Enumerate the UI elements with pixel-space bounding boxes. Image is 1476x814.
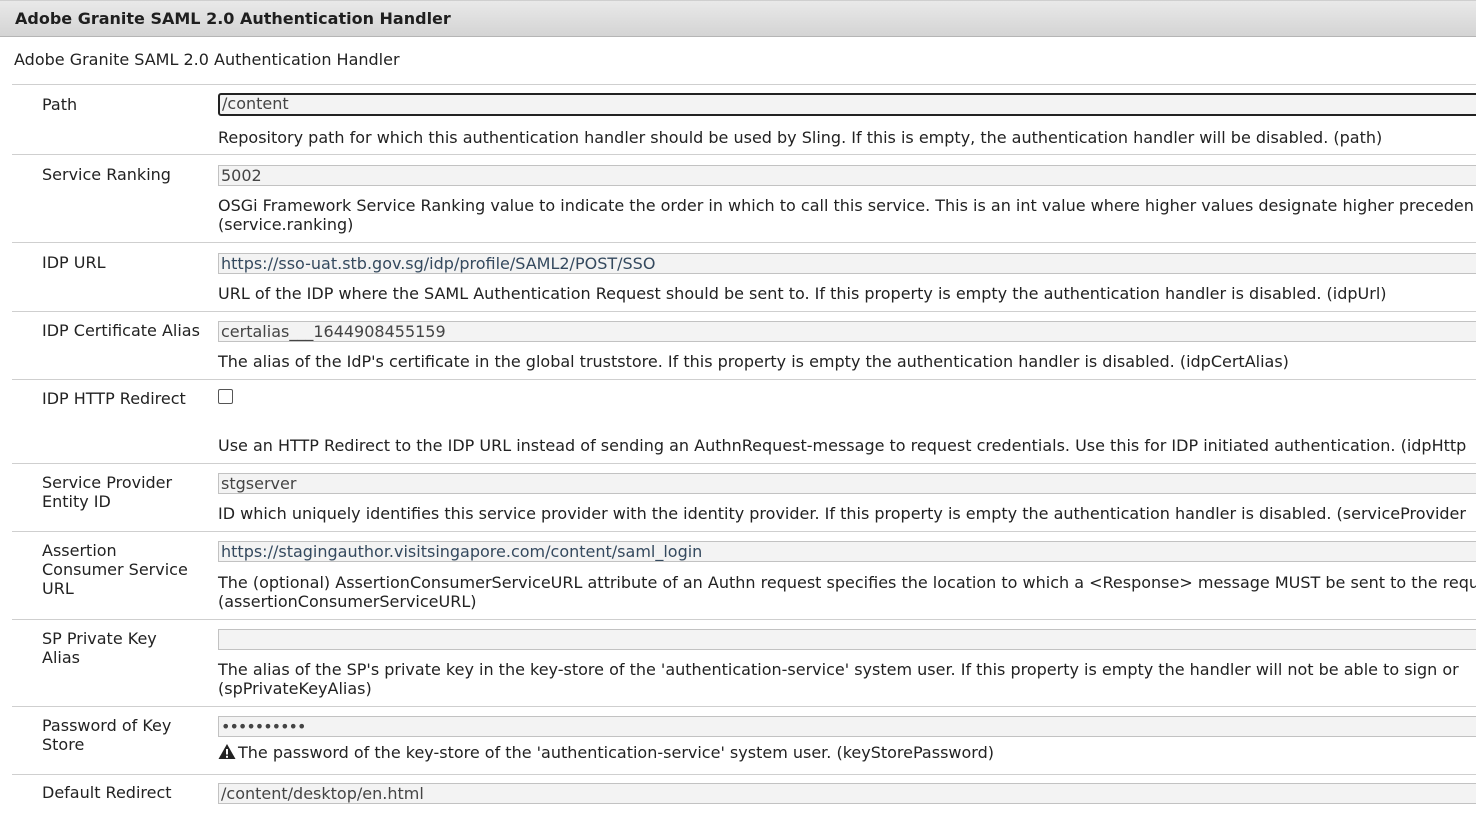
default-redirect-input[interactable]: /content/desktop/en.html xyxy=(218,783,1476,804)
sp-private-key-alias-label-line2: Alias xyxy=(42,648,80,667)
sp-private-key-alias-input[interactable] xyxy=(218,629,1476,650)
idp-http-redirect-label: IDP HTTP Redirect xyxy=(42,389,186,408)
service-ranking-description-line1: OSGi Framework Service Ranking value to … xyxy=(218,196,1474,215)
idp-http-redirect-checkbox[interactable] xyxy=(218,389,233,404)
acs-url-description-line1: The (optional) AssertionConsumerServiceU… xyxy=(218,573,1476,592)
keystore-password-label-line1: Password of Key xyxy=(42,716,172,735)
idp-url-description: URL of the IDP where the SAML Authentica… xyxy=(218,284,1387,303)
service-ranking-description-line2: (service.ranking) xyxy=(218,215,354,234)
keystore-password-input[interactable]: •••••••••• xyxy=(218,716,1476,737)
path-description: Repository path for which this authentic… xyxy=(218,128,1383,147)
keystore-password-label-line2: Store xyxy=(42,735,85,754)
idp-url-label: IDP URL xyxy=(42,253,106,272)
idp-cert-alias-label: IDP Certificate Alias xyxy=(42,321,200,340)
keystore-password-description-wrap: The password of the key-store of the 'au… xyxy=(218,743,1476,764)
row-default-redirect: Default Redirect /content/desktop/en.htm… xyxy=(12,774,1476,814)
idp-cert-alias-description: The alias of the IdP's certificate in th… xyxy=(218,352,1289,371)
panel-header: Adobe Granite SAML 2.0 Authentication Ha… xyxy=(0,0,1476,37)
sp-private-key-alias-label-line1: SP Private Key xyxy=(42,629,157,648)
row-path: Path /content Repository path for which … xyxy=(12,84,1476,154)
warning-icon xyxy=(218,743,238,764)
row-service-ranking: Service Ranking 5002 OSGi Framework Serv… xyxy=(12,154,1476,242)
keystore-password-description: The password of the key-store of the 'au… xyxy=(238,743,994,762)
row-idp-url: IDP URL https://sso-uat.stb.gov.sg/idp/p… xyxy=(12,242,1476,311)
acs-url-input[interactable]: https://stagingauthor.visitsingapore.com… xyxy=(218,541,1476,562)
service-ranking-input[interactable]: 5002 xyxy=(218,165,1476,186)
idp-cert-alias-input[interactable]: certalias___1644908455159 xyxy=(218,321,1476,342)
service-ranking-label: Service Ranking xyxy=(42,165,171,184)
row-sp-entity-id: Service Provider Entity ID stgserver ID … xyxy=(12,463,1476,531)
acs-url-label-line3: URL xyxy=(42,579,74,598)
path-label: Path xyxy=(42,95,78,114)
default-redirect-label: Default Redirect xyxy=(42,783,172,802)
config-description: Adobe Granite SAML 2.0 Authentication Ha… xyxy=(14,50,400,69)
acs-url-label-line2: Consumer Service xyxy=(42,560,188,579)
acs-url-description-line2: (assertionConsumerServiceURL) xyxy=(218,592,477,611)
sp-entity-id-label-line2: Entity ID xyxy=(42,492,111,511)
acs-url-label-line1: Assertion xyxy=(42,541,117,560)
row-idp-cert-alias: IDP Certificate Alias certalias___164490… xyxy=(12,311,1476,379)
idp-http-redirect-description: Use an HTTP Redirect to the IDP URL inst… xyxy=(218,436,1467,455)
panel-title: Adobe Granite SAML 2.0 Authentication Ha… xyxy=(15,9,451,28)
row-acs-url: Assertion Consumer Service URL https://s… xyxy=(12,531,1476,619)
row-sp-private-key-alias: SP Private Key Alias The alias of the SP… xyxy=(12,619,1476,706)
row-idp-http-redirect: IDP HTTP Redirect Use an HTTP Redirect t… xyxy=(12,379,1476,463)
sp-private-key-alias-description-line1: The alias of the SP's private key in the… xyxy=(218,660,1459,679)
sp-entity-id-description: ID which uniquely identifies this servic… xyxy=(218,504,1466,523)
path-input[interactable]: /content xyxy=(218,93,1476,116)
sp-entity-id-input[interactable]: stgserver xyxy=(218,473,1476,494)
sp-entity-id-label-line1: Service Provider xyxy=(42,473,173,492)
sp-private-key-alias-description-line2: (spPrivateKeyAlias) xyxy=(218,679,372,698)
row-keystore-password: Password of Key Store •••••••••• The pas… xyxy=(12,706,1476,774)
idp-url-input[interactable]: https://sso-uat.stb.gov.sg/idp/profile/S… xyxy=(218,253,1476,274)
